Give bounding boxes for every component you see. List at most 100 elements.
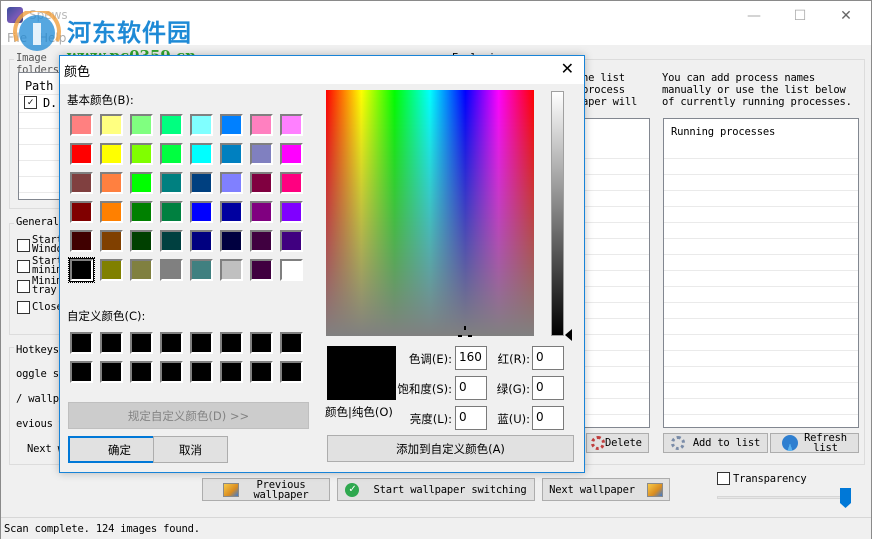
basic-color-swatch[interactable] [250,230,273,252]
basic-color-swatch[interactable] [190,259,213,281]
basic-color-swatch[interactable] [68,257,95,283]
color-spectrum[interactable] [326,90,534,336]
basic-color-swatch[interactable] [280,114,303,136]
refresh-list-button[interactable]: Refresh list [770,433,859,453]
red-input[interactable]: 0 [532,346,564,370]
basic-color-swatch[interactable] [100,143,123,165]
custom-color-swatch[interactable] [250,332,273,354]
folder-checkbox[interactable]: ✓ [24,96,37,109]
custom-color-swatch[interactable] [220,332,243,354]
basic-color-swatch[interactable] [100,201,123,223]
maximize-button[interactable]: ☐ [777,1,823,31]
custom-color-swatch[interactable] [70,361,93,383]
basic-color-swatch[interactable] [130,259,153,281]
luminance-arrow-icon[interactable] [565,329,572,341]
saturation-input[interactable]: 0 [455,376,487,400]
basic-color-swatch[interactable] [130,143,153,165]
delete-gear-icon [591,436,605,450]
transparency-checkbox[interactable] [717,472,730,485]
custom-color-swatch[interactable] [250,361,273,383]
basic-color-swatch[interactable] [250,143,273,165]
minimize-to-tray-checkbox[interactable] [17,280,30,293]
basic-color-swatch[interactable] [220,143,243,165]
luminance-input[interactable]: 0 [455,406,487,430]
basic-color-swatch[interactable] [130,230,153,252]
luminance-bar[interactable] [551,91,564,336]
basic-color-swatch[interactable] [70,114,93,136]
minimize-button[interactable]: — [731,1,777,31]
basic-color-swatch[interactable] [250,172,273,194]
blue-input[interactable]: 0 [532,406,564,430]
basic-color-swatch[interactable] [220,201,243,223]
delete-button[interactable]: Delete [586,433,649,453]
basic-color-swatch[interactable] [250,114,273,136]
color-dialog-close-button[interactable]: ✕ [561,59,574,78]
basic-color-swatch[interactable] [220,114,243,136]
basic-color-swatch[interactable] [280,172,303,194]
next-wallpaper-button[interactable]: Next wallpaper [542,478,670,501]
next-wallpaper-icon [646,482,663,497]
basic-color-swatch[interactable] [280,143,303,165]
add-to-list-button[interactable]: Add to list [663,433,768,453]
basic-color-swatch[interactable] [280,259,303,281]
custom-color-swatch[interactable] [160,361,183,383]
basic-color-swatch[interactable] [190,172,213,194]
basic-color-swatch[interactable] [190,143,213,165]
custom-color-swatch[interactable] [130,361,153,383]
basic-color-swatch[interactable] [70,201,93,223]
start-minimized-checkbox[interactable] [17,260,30,273]
custom-color-swatch[interactable] [280,332,303,354]
basic-color-swatch[interactable] [250,259,273,281]
basic-color-swatch[interactable] [220,259,243,281]
cancel-button[interactable]: 取消 [153,436,228,463]
custom-color-swatch[interactable] [220,361,243,383]
custom-color-swatch[interactable] [190,332,213,354]
basic-color-swatch[interactable] [190,201,213,223]
custom-color-swatch[interactable] [130,332,153,354]
previous-wallpaper-button[interactable]: Previous wallpaper [202,478,330,501]
basic-color-swatch[interactable] [190,114,213,136]
basic-color-swatch[interactable] [100,259,123,281]
basic-color-swatch[interactable] [220,230,243,252]
running-processes-list[interactable]: Running processes [663,118,859,428]
basic-color-swatch[interactable] [130,114,153,136]
custom-color-swatch[interactable] [280,361,303,383]
custom-color-swatch[interactable] [70,332,93,354]
transparency-slider-track[interactable] [717,496,845,499]
basic-color-swatch[interactable] [160,114,183,136]
basic-color-swatch[interactable] [130,201,153,223]
basic-color-swatch[interactable] [70,143,93,165]
basic-color-swatch[interactable] [160,201,183,223]
basic-color-swatch[interactable] [160,143,183,165]
basic-color-swatch[interactable] [100,172,123,194]
close-to-tray-checkbox[interactable] [17,301,30,314]
spectrum-crosshair-icon[interactable] [458,326,472,338]
custom-color-swatch[interactable] [100,332,123,354]
start-with-windows-checkbox[interactable] [17,239,30,252]
basic-color-swatch[interactable] [280,230,303,252]
color-dialog: 颜色 ✕ 基本颜色(B): 自定义颜色(C): 规定自定义颜色(D) >> 确定… [59,55,585,473]
custom-color-swatch[interactable] [190,361,213,383]
basic-color-swatch[interactable] [130,172,153,194]
add-to-custom-colors-button[interactable]: 添加到自定义颜色(A) [327,435,574,462]
close-button[interactable]: ✕ [823,1,869,31]
hue-input[interactable]: 160 [455,346,487,370]
basic-color-swatch[interactable] [70,230,93,252]
start-wallpaper-switching-button[interactable]: ✓ Start wallpaper switching [337,478,535,501]
basic-color-swatch[interactable] [160,172,183,194]
green-input[interactable]: 0 [532,376,564,400]
basic-color-swatch[interactable] [70,172,93,194]
basic-color-swatch[interactable] [160,230,183,252]
basic-color-swatch[interactable] [190,230,213,252]
basic-color-swatch[interactable] [100,114,123,136]
basic-color-swatch[interactable] [160,259,183,281]
basic-color-swatch[interactable] [100,230,123,252]
transparency-slider-thumb[interactable] [840,488,851,508]
basic-color-swatch[interactable] [220,172,243,194]
custom-color-swatch[interactable] [100,361,123,383]
define-custom-colors-button[interactable]: 规定自定义颜色(D) >> [68,402,309,429]
custom-color-swatch[interactable] [160,332,183,354]
refresh-icon [782,435,799,451]
basic-color-swatch[interactable] [250,201,273,223]
basic-color-swatch[interactable] [280,201,303,223]
